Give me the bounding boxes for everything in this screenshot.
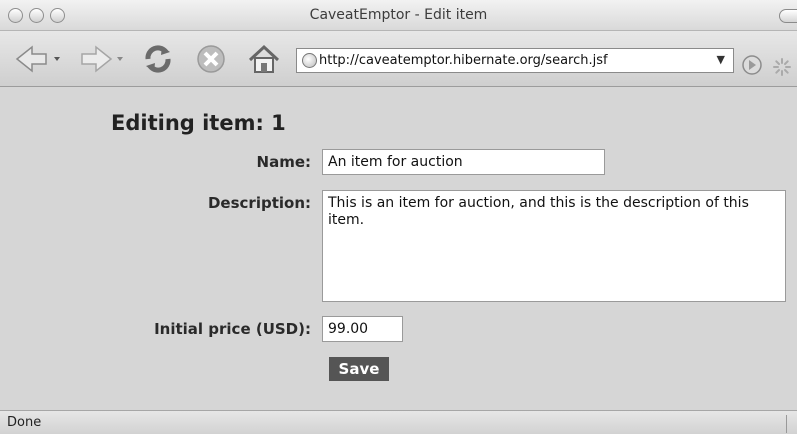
globe-icon <box>302 53 317 68</box>
url-input[interactable] <box>319 51 699 70</box>
browser-toolbar: ▼ <box>0 31 797 87</box>
go-icon[interactable] <box>740 49 764 81</box>
save-button[interactable]: Save <box>329 357 389 381</box>
stop-icon[interactable] <box>193 43 229 75</box>
page-content: Editing item: 1 Name: Description: This … <box>0 87 797 410</box>
forward-arrow-icon[interactable] <box>78 43 126 75</box>
initial-price-field[interactable] <box>322 316 403 342</box>
description-textarea[interactable]: This is an item for auction, and this is… <box>322 190 786 302</box>
back-arrow-icon[interactable] <box>14 43 62 75</box>
home-icon[interactable] <box>246 43 282 75</box>
status-text: Done <box>7 415 42 430</box>
name-label: Name: <box>256 153 311 171</box>
resize-grip[interactable] <box>786 415 797 433</box>
activity-spinner-icon <box>773 58 791 76</box>
description-label: Description: <box>207 194 311 212</box>
dropdown-arrow-icon[interactable]: ▼ <box>717 53 725 66</box>
initial-price-label: Initial price (USD): <box>154 320 311 338</box>
window-title: CaveatEmptor - Edit item <box>309 7 488 23</box>
toolbar-toggle-button[interactable] <box>779 9 797 23</box>
reload-icon[interactable] <box>140 43 176 75</box>
status-bar: Done <box>0 410 797 434</box>
address-bar[interactable]: ▼ <box>296 48 734 73</box>
window-titlebar: CaveatEmptor - Edit item <box>0 0 797 31</box>
page-title: Editing item: 1 <box>111 111 286 135</box>
name-field[interactable] <box>322 149 605 175</box>
